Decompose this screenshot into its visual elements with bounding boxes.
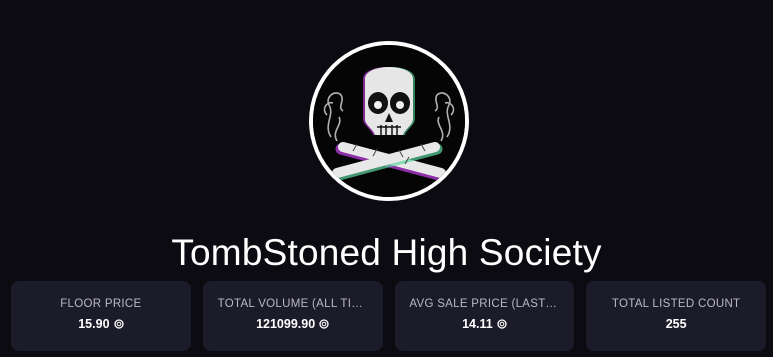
stat-label: TOTAL VOLUME (ALL TIME... <box>217 298 368 310</box>
stat-card-total-volume: TOTAL VOLUME (ALL TIME... 121099.90 <box>202 281 383 351</box>
stat-card-total-listed-count: TOTAL LISTED COUNT 255 <box>586 281 766 351</box>
stats-row: FLOOR PRICE 15.90 TOTAL VOLUME (ALL TIME… <box>11 281 766 351</box>
collection-page: TombStoned High Society FLOOR PRICE 15.9… <box>0 0 773 357</box>
stat-value: 121099.90 <box>256 317 316 331</box>
tezos-icon <box>497 319 507 329</box>
stat-label: FLOOR PRICE <box>60 298 142 310</box>
stat-value-row: 121099.90 <box>256 317 329 331</box>
stat-card-floor-price: FLOOR PRICE 15.90 <box>11 281 191 351</box>
skull-logo-icon <box>313 45 465 197</box>
stat-value: 15.90 <box>78 317 110 331</box>
stat-label: AVG SALE PRICE (LAST 24... <box>409 298 560 310</box>
stat-value-row: 255 <box>666 317 687 331</box>
stat-label: TOTAL LISTED COUNT <box>611 298 741 310</box>
collection-title: TombStoned High Society <box>171 232 602 273</box>
stat-value-row: 15.90 <box>78 317 124 331</box>
collection-avatar[interactable] <box>309 41 469 201</box>
stat-card-avg-sale-price: AVG SALE PRICE (LAST 24... 14.11 <box>394 281 575 351</box>
tezos-icon <box>113 319 124 329</box>
tezos-icon <box>319 319 329 329</box>
stat-value: 14.11 <box>462 317 493 331</box>
stat-value-row: 14.11 <box>462 317 507 331</box>
stat-value: 255 <box>665 317 687 331</box>
